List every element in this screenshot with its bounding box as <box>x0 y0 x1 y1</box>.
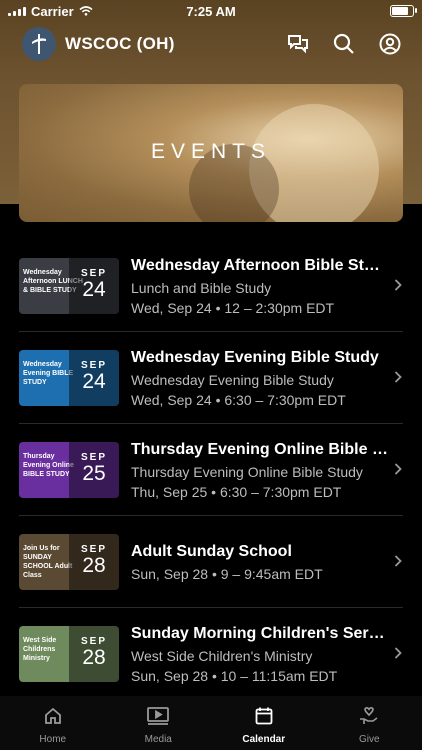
event-time: Thu, Sep 25 • 6:30 – 7:30pm EDT <box>131 483 342 500</box>
app-bar: WSCOC (OH) <box>0 24 422 64</box>
event-time: Wed, Sep 24 • 6:30 – 7:30pm EDT <box>131 391 346 408</box>
give-icon <box>358 706 380 731</box>
app-title: WSCOC (OH) <box>65 34 175 53</box>
event-title: Sunday Morning Children's Service <box>131 624 389 642</box>
event-day: 28 <box>82 646 106 669</box>
event-thumbnail: Join Us for SUNDAY SCHOOL Adult Class SE… <box>19 534 119 590</box>
church-logo-icon[interactable] <box>22 27 56 61</box>
event-subtitle: Lunch and Bible Study <box>131 279 272 296</box>
event-title: Thursday Evening Online Bible Study <box>131 440 389 458</box>
event-time: Sun, Sep 28 • 9 – 9:45am EDT <box>131 565 323 582</box>
chat-icon[interactable] <box>285 31 311 57</box>
event-thumbnail: Wednesday Afternoon LUNCH & BIBLE STUDY … <box>19 258 119 314</box>
event-thumbnail: West Side Childrens Ministry SEP 28 <box>19 626 119 682</box>
event-title: Adult Sunday School <box>131 542 292 560</box>
chevron-right-icon <box>394 554 402 570</box>
battery-icon <box>390 5 417 17</box>
event-row[interactable]: Thursday Evening Online BIBLE STUDY SEP … <box>0 424 422 516</box>
event-thumbnail: Thursday Evening Online BIBLE STUDY SEP … <box>19 442 119 498</box>
media-icon <box>146 706 170 731</box>
event-subtitle: Thursday Evening Online Bible Study <box>131 463 363 480</box>
chevron-right-icon <box>394 462 402 478</box>
event-row[interactable]: Wednesday Afternoon LUNCH & BIBLE STUDY … <box>0 240 422 332</box>
status-time: 7:25 AM <box>186 3 236 19</box>
event-day: 25 <box>82 462 106 485</box>
event-day: 24 <box>82 370 106 393</box>
tab-calendar[interactable]: Calendar <box>211 696 317 750</box>
event-date-badge: SEP 28 <box>69 534 119 590</box>
search-icon[interactable] <box>331 31 357 57</box>
tab-label: Media <box>144 734 172 745</box>
tab-label: Give <box>358 734 380 745</box>
account-icon[interactable] <box>377 31 403 57</box>
chevron-right-icon <box>394 646 402 662</box>
event-day: 24 <box>82 278 106 301</box>
event-time: Wed, Sep 24 • 12 – 2:30pm EDT <box>131 299 335 316</box>
calendar-icon <box>254 706 274 731</box>
event-subtitle: Wednesday Evening Bible Study <box>131 371 334 388</box>
status-bar: Carrier 7:25 AM <box>0 0 422 22</box>
event-row[interactable]: Join Us for SUNDAY SCHOOL Adult Class SE… <box>0 516 422 608</box>
event-date-badge: SEP 28 <box>69 626 119 682</box>
chevron-right-icon <box>394 370 402 386</box>
event-title: Wednesday Evening Bible Study <box>131 348 379 366</box>
tab-media[interactable]: Media <box>106 696 212 750</box>
event-date-badge: SEP 24 <box>69 258 119 314</box>
event-day: 28 <box>82 554 106 577</box>
event-row[interactable]: West Side Childrens Ministry SEP 28 Sund… <box>0 608 422 700</box>
event-time: Sun, Sep 28 • 10 – 11:15am EDT <box>131 667 338 684</box>
tab-label: Home <box>39 734 67 745</box>
event-date-badge: SEP 24 <box>69 350 119 406</box>
banner-title: EVENTS <box>150 140 272 163</box>
event-row[interactable]: Wednesday Evening BIBLE STUDY SEP 24 Wed… <box>0 332 422 424</box>
event-date-badge: SEP 25 <box>69 442 119 498</box>
event-title: Wednesday Afternoon Bible Study <box>131 256 389 274</box>
events-list: Wednesday Afternoon LUNCH & BIBLE STUDY … <box>0 240 422 700</box>
tab-home[interactable]: Home <box>0 696 106 750</box>
event-thumbnail: Wednesday Evening BIBLE STUDY SEP 24 <box>19 350 119 406</box>
events-banner: EVENTS <box>19 84 403 222</box>
chevron-right-icon <box>394 278 402 294</box>
tab-label: Calendar <box>242 734 286 745</box>
home-icon <box>43 706 63 731</box>
tab-bar: Home Media Calendar Give <box>0 696 422 750</box>
tab-give[interactable]: Give <box>317 696 422 750</box>
event-subtitle: West Side Children's Ministry <box>131 647 313 664</box>
battery-fill <box>392 7 409 15</box>
